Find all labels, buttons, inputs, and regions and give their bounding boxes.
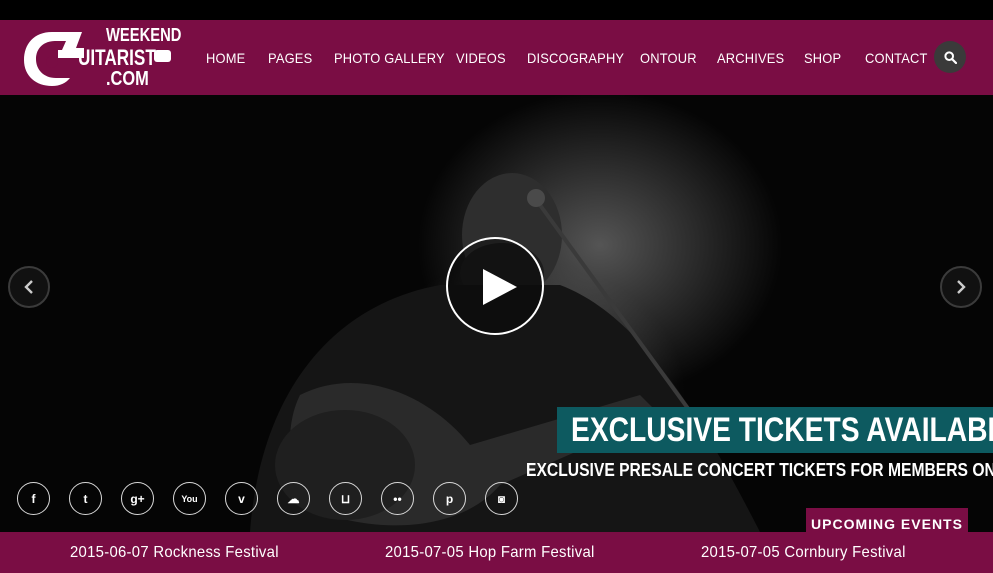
play-video-button[interactable] (446, 237, 544, 335)
nav-photo-gallery[interactable]: PHOTO GALLERY (334, 50, 445, 66)
logo-line-com: .COM (106, 68, 149, 90)
guitar-head-icon (154, 50, 171, 62)
nav-contact[interactable]: CONTACT (865, 50, 928, 66)
pinterest-icon[interactable]: p (433, 482, 466, 515)
nav-shop[interactable]: SHOP (804, 50, 841, 66)
site-logo[interactable]: WEEKEND UITARIST .COM (22, 24, 181, 92)
facebook-icon[interactable]: f (17, 482, 50, 515)
slide-subtitle: EXCLUSIVE PRESALE CONCERT TICKETS FOR ME… (526, 460, 993, 480)
nav-videos[interactable]: VIDEOS (456, 50, 506, 66)
search-button[interactable] (934, 41, 966, 73)
chevron-left-icon (24, 280, 33, 294)
event-item[interactable]: 2015-07-05 Hop Farm Festival (385, 544, 595, 562)
soundcloud-icon[interactable]: ☁ (277, 482, 310, 515)
events-ticker: 2015-06-07 Rockness Festival 2015-07-05 … (0, 532, 993, 573)
guitar-logo-icon (24, 32, 84, 86)
google-plus-icon[interactable]: g+ (121, 482, 154, 515)
site-header: WEEKEND UITARIST .COM HOME PAGES PHOTO G… (0, 20, 993, 95)
event-item[interactable]: 2015-07-05 Cornbury Festival (701, 544, 906, 562)
hero-slider: EXCLUSIVE TICKETS AVAILABLE EXCLUSIVE PR… (0, 95, 993, 532)
slider-prev-button[interactable] (8, 266, 50, 308)
vimeo-icon[interactable]: v (225, 482, 258, 515)
top-strip (0, 0, 993, 20)
nav-pages[interactable]: PAGES (268, 50, 312, 66)
event-item[interactable]: 2015-06-07 Rockness Festival (70, 544, 279, 562)
play-icon (483, 269, 517, 305)
slide-title: EXCLUSIVE TICKETS AVAILABLE (557, 407, 993, 453)
search-icon (943, 50, 957, 64)
twitter-icon[interactable]: t (69, 482, 102, 515)
youtube-icon[interactable]: You (173, 482, 206, 515)
nav-ontour[interactable]: ONTOUR (640, 50, 697, 66)
logo-line-weekend: WEEKEND (106, 25, 182, 45)
slider-next-button[interactable] (940, 266, 982, 308)
slide-title-text: EXCLUSIVE TICKETS AVAILABLE (571, 411, 993, 449)
lastfm-icon[interactable]: ⊔ (329, 482, 362, 515)
nav-discography[interactable]: DISCOGRAPHY (527, 50, 624, 66)
nav-home[interactable]: HOME (206, 50, 245, 66)
instagram-icon[interactable]: ◙ (485, 482, 518, 515)
flickr-icon[interactable]: •• (381, 482, 414, 515)
chevron-right-icon (957, 280, 966, 294)
nav-archives[interactable]: ARCHIVES (717, 50, 784, 66)
